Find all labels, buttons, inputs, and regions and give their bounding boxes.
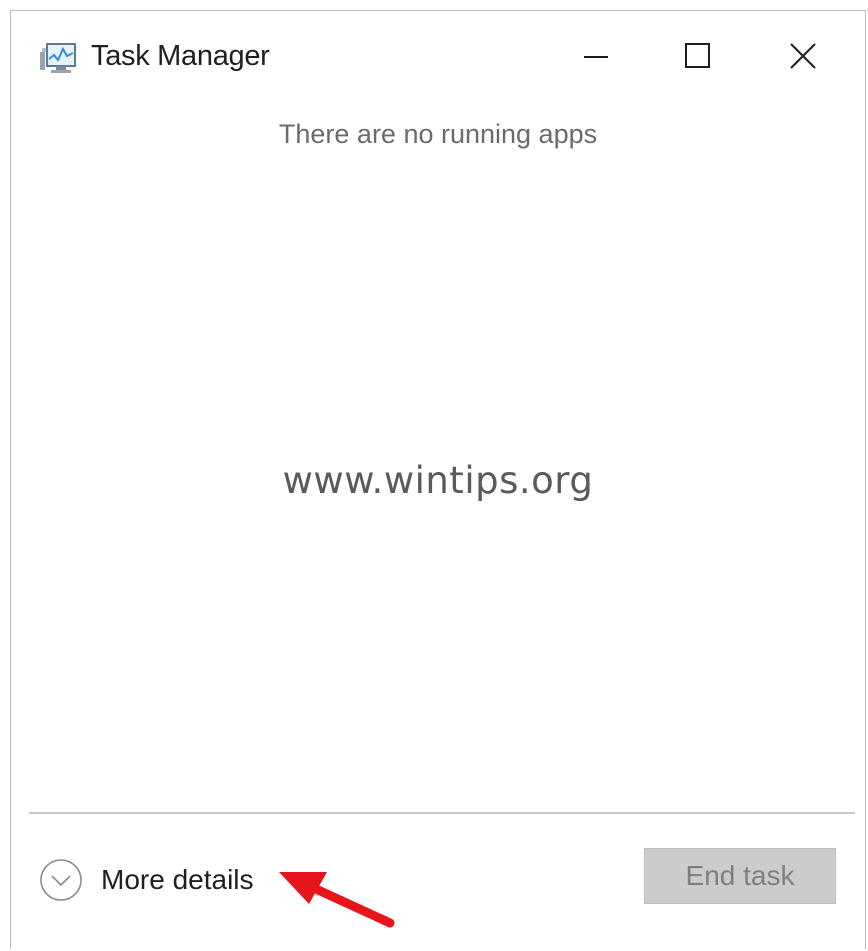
red-arrow-annotation <box>279 872 395 928</box>
maximize-button[interactable] <box>663 31 733 81</box>
end-task-button[interactable]: End task <box>644 848 836 904</box>
task-manager-icon <box>39 41 77 77</box>
maximize-icon <box>685 43 710 68</box>
window-title: Task Manager <box>91 40 270 72</box>
more-details-label: More details <box>101 864 254 895</box>
no-running-apps-message: There are no running apps <box>278 119 598 149</box>
watermark-text: www.wintips.org <box>282 459 594 502</box>
close-button[interactable] <box>767 31 837 81</box>
minimize-icon <box>584 56 608 58</box>
chevron-down-circle-icon <box>40 859 82 901</box>
more-details-toggle[interactable]: More details <box>39 854 254 906</box>
close-icon <box>790 43 816 69</box>
task-manager-window: Task Manager There are no running apps w… <box>10 10 866 949</box>
footer-divider <box>29 812 855 814</box>
title-bar[interactable]: Task Manager <box>11 11 865 99</box>
minimize-button[interactable] <box>561 31 631 81</box>
